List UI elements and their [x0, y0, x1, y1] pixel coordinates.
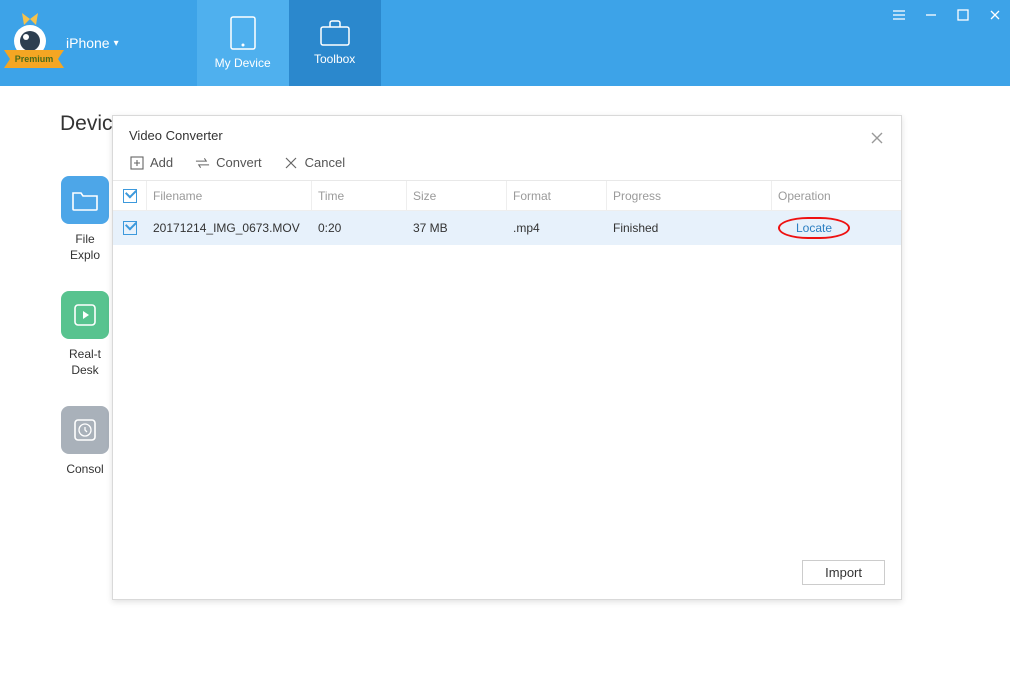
modal-title: Video Converter — [113, 116, 901, 153]
clock-icon — [61, 406, 109, 454]
cancel-icon — [284, 155, 299, 170]
convert-button[interactable]: Convert — [195, 155, 262, 170]
table-header: Filename Time Size Format Progress Opera… — [113, 181, 901, 211]
app-logo: Premium — [0, 0, 60, 86]
tool-realtime-desktop[interactable]: Real-tDesk — [60, 291, 110, 378]
nav-item-label: My Device — [215, 56, 271, 70]
nav-toolbox[interactable]: Toolbox — [289, 0, 381, 86]
checkbox-icon — [123, 189, 137, 203]
menu-icon[interactable] — [890, 6, 908, 24]
row-checkbox[interactable] — [113, 211, 147, 245]
row-time: 0:20 — [312, 211, 407, 245]
column-time: Time — [312, 181, 407, 210]
convert-icon — [195, 155, 210, 170]
tool-label: FileExplo — [70, 232, 100, 263]
plus-icon — [129, 155, 144, 170]
convert-button-label: Convert — [216, 155, 262, 170]
column-size: Size — [407, 181, 507, 210]
nav-item-label: Toolbox — [314, 52, 355, 66]
toolbox-icon — [320, 20, 350, 46]
chevron-down-icon: ▾ — [114, 38, 119, 49]
minimize-button[interactable] — [922, 6, 940, 24]
row-size: 37 MB — [407, 211, 507, 245]
premium-badge-label: Premium — [15, 54, 54, 64]
checkbox-icon — [123, 221, 137, 235]
locate-link[interactable]: Locate — [778, 217, 850, 239]
window-controls — [890, 6, 1004, 24]
device-selector[interactable]: iPhone ▾ — [60, 0, 137, 86]
import-button[interactable]: Import — [802, 560, 885, 585]
row-progress: Finished — [607, 211, 772, 245]
column-operation: Operation — [772, 181, 901, 210]
close-icon — [869, 130, 885, 146]
modal-close-button[interactable] — [867, 128, 887, 148]
header-nav: My Device Toolbox — [197, 0, 381, 86]
premium-badge: Premium — [4, 50, 64, 68]
table-row[interactable]: 20171214_IMG_0673.MOV 0:20 37 MB .mp4 Fi… — [113, 211, 901, 245]
play-icon — [61, 291, 109, 339]
app-header: Premium iPhone ▾ My Device Toolbox — [0, 0, 1010, 86]
row-operation: Locate — [772, 211, 901, 245]
close-button[interactable] — [986, 6, 1004, 24]
video-converter-modal: Video Converter Add Convert Cancel Fi — [112, 115, 902, 600]
row-filename: 20171214_IMG_0673.MOV — [147, 211, 312, 245]
select-all-checkbox[interactable] — [113, 181, 147, 210]
modal-footer: Import — [113, 546, 901, 599]
device-icon — [230, 16, 256, 50]
add-button-label: Add — [150, 155, 173, 170]
maximize-button[interactable] — [954, 6, 972, 24]
tool-label: Real-tDesk — [69, 347, 101, 378]
tool-console[interactable]: Consol — [60, 406, 110, 478]
device-selector-label: iPhone — [66, 35, 110, 51]
add-button[interactable]: Add — [129, 155, 173, 170]
modal-toolbar: Add Convert Cancel — [113, 153, 901, 181]
cancel-button-label: Cancel — [305, 155, 345, 170]
column-format: Format — [507, 181, 607, 210]
nav-my-device[interactable]: My Device — [197, 0, 289, 86]
folder-icon — [61, 176, 109, 224]
cancel-button[interactable]: Cancel — [284, 155, 345, 170]
column-filename: Filename — [147, 181, 312, 210]
tool-file-explorer[interactable]: FileExplo — [60, 176, 110, 263]
row-format: .mp4 — [507, 211, 607, 245]
column-progress: Progress — [607, 181, 772, 210]
tool-label: Consol — [66, 462, 103, 478]
